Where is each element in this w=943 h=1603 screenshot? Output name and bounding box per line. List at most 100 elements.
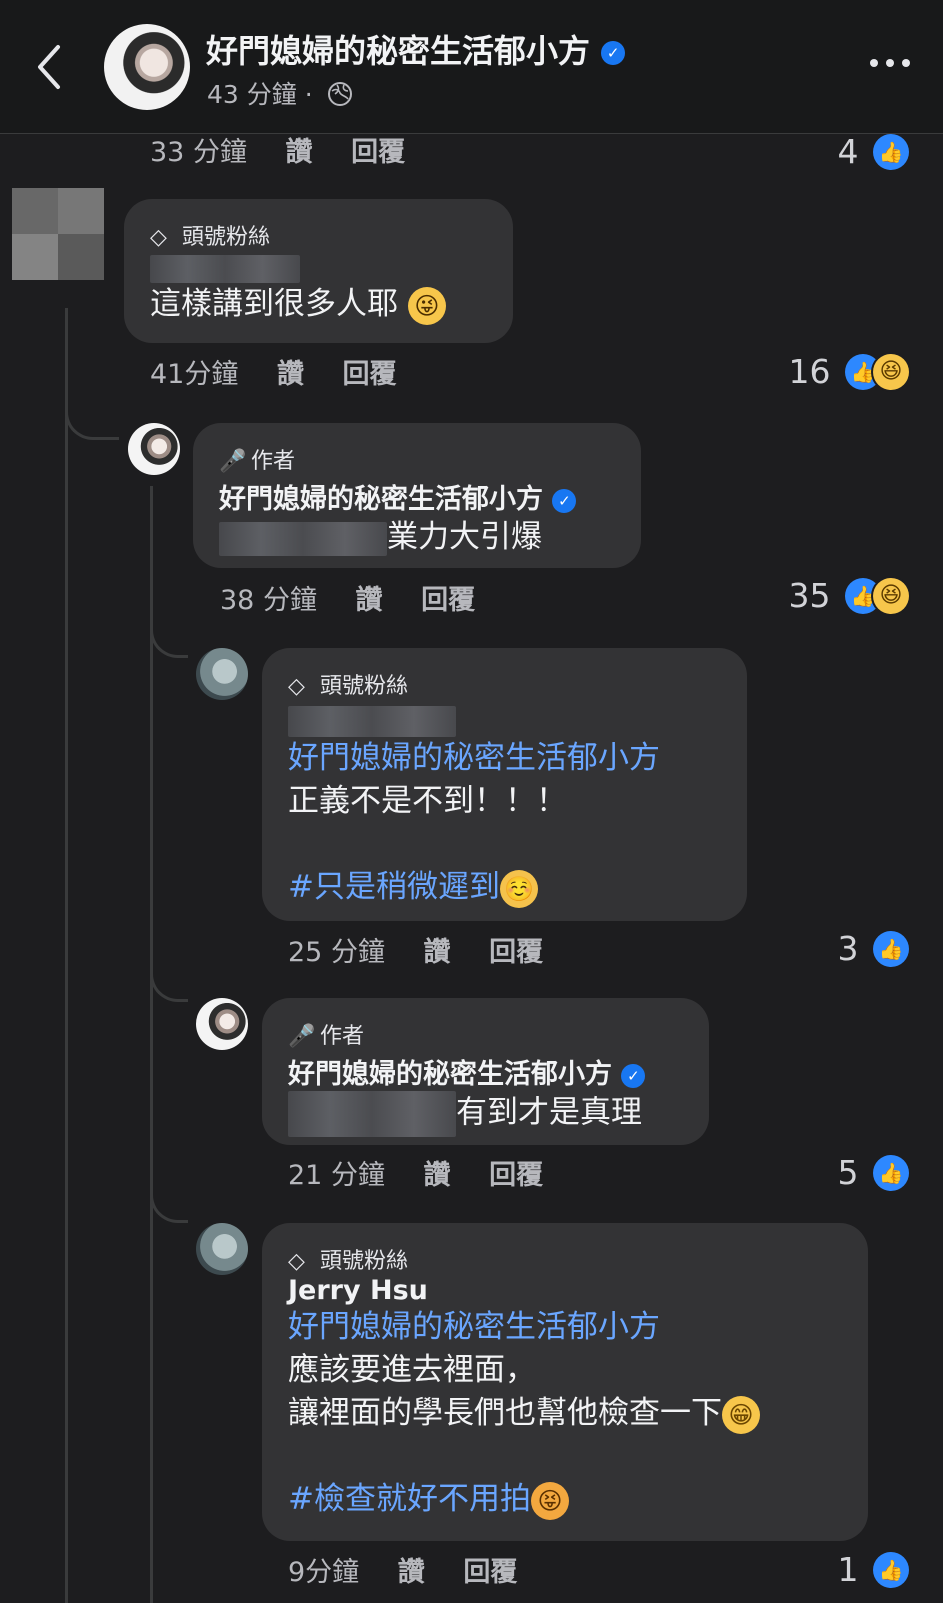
comment-text: 業力大引爆: [219, 516, 615, 559]
comment-text: 正義不是不到！！！: [288, 783, 567, 819]
commenter-name[interactable]: 好門媳婦的秘密生活郁小方 ✓: [219, 477, 615, 516]
hashtag-link[interactable]: #檢查就好不用拍 😝: [288, 1478, 842, 1521]
comment-text: 有到才是真理: [288, 1091, 683, 1137]
reaction-count: 1: [837, 1550, 859, 1589]
microphone-icon: 🎤: [288, 1024, 316, 1049]
verified-check-icon: ✓: [601, 41, 626, 65]
reaction-count: 4: [837, 132, 859, 171]
avatar[interactable]: [12, 188, 104, 280]
diamond-icon: ◇: [288, 674, 305, 699]
thread-line-reply: [150, 486, 153, 1603]
post-meta: 43 分鐘 ·: [207, 75, 353, 111]
reaction-summary[interactable]: 16 👍 😆: [788, 350, 909, 392]
reaction-count: 3: [837, 929, 859, 968]
comment-bubble: 🎤 作者 好門媳婦的秘密生活郁小方 ✓ 有到才是真理: [262, 998, 709, 1145]
reply-button[interactable]: 回覆: [421, 578, 475, 617]
post-header: 好門媳婦的秘密生活郁小方 ✓ 43 分鐘 ·: [0, 0, 943, 134]
winking-tongue-emoji-icon: 😜: [407, 286, 446, 325]
like-reaction-icon: 👍: [873, 1551, 909, 1588]
comment-time: 25 分鐘: [288, 937, 385, 968]
top-fan-badge: ◇ 頭號粉絲: [150, 225, 271, 250]
reply-button[interactable]: 回覆: [489, 930, 543, 969]
like-button[interactable]: 讚: [286, 130, 313, 169]
reaction-summary[interactable]: 35 👍 😆: [788, 574, 909, 616]
microphone-icon: 🎤: [219, 449, 247, 474]
globe-icon: [327, 82, 352, 106]
top-fan-badge: ◇ 頭號粉絲: [288, 1249, 409, 1274]
author-badge: 🎤 作者: [288, 1024, 365, 1049]
comment-meta: 25 分鐘 讚 回覆: [288, 930, 573, 970]
reaction-count: 5: [837, 1153, 859, 1192]
more-options-icon[interactable]: [868, 53, 912, 73]
reply-button[interactable]: 回覆: [343, 352, 397, 391]
verified-check-icon: ✓: [621, 1063, 646, 1088]
fan-avatar[interactable]: [196, 648, 248, 700]
grinning-emoji-icon: 😁: [722, 1395, 760, 1434]
comment-meta: 41分鐘 讚 回覆: [150, 352, 427, 392]
comment-meta: 21 分鐘 讚 回覆: [288, 1153, 573, 1193]
comment-time: 33 分鐘: [150, 137, 247, 168]
reaction-summary[interactable]: 3 👍: [837, 927, 909, 969]
comment-meta: 33 分鐘 讚 回覆: [150, 130, 435, 170]
comment-text-line: 應該要進去裡面，: [288, 1352, 536, 1388]
haha-reaction-icon: 😆: [873, 577, 909, 614]
top-fan-badge: ◇ 頭號粉絲: [288, 674, 409, 699]
page-avatar[interactable]: [104, 24, 190, 110]
reaction-summary[interactable]: 4 👍: [837, 130, 909, 172]
post-time: 43 分鐘: [207, 80, 297, 109]
page-title[interactable]: 好門媳婦的秘密生活郁小方 ✓: [206, 26, 626, 72]
comment-time: 9分鐘: [288, 1557, 360, 1588]
reply-button[interactable]: 回覆: [463, 1550, 517, 1589]
thread-line-main: [65, 308, 68, 1603]
like-button[interactable]: 讚: [424, 1153, 451, 1192]
back-arrow-icon[interactable]: [32, 42, 68, 92]
author-badge: 🎤 作者: [219, 449, 296, 474]
tongue-emoji-icon: 😝: [530, 1481, 569, 1520]
reply-button[interactable]: 回覆: [489, 1153, 543, 1192]
reply-button[interactable]: 回覆: [351, 130, 405, 169]
comment-bubble: 🎤 作者 好門媳婦的秘密生活郁小方 ✓ 業力大引爆: [193, 423, 641, 568]
comment-meta: 9分鐘 讚 回覆: [288, 1550, 547, 1590]
mention-link[interactable]: 好門媳婦的秘密生活郁小方: [288, 1306, 842, 1349]
comment-time: 21 分鐘: [288, 1160, 385, 1191]
diamond-icon: ◇: [288, 1249, 305, 1274]
reaction-summary[interactable]: 1 👍: [837, 1548, 909, 1590]
like-button[interactable]: 讚: [277, 352, 304, 391]
redacted-commenter-name: [288, 706, 721, 737]
comment-bubble: ◇ 頭號粉絲 Jerry Hsu 好門媳婦的秘密生活郁小方 應該要進去裡面， 讓裡…: [262, 1223, 868, 1541]
smiling-emoji-icon: ☺️: [499, 869, 538, 908]
author-avatar[interactable]: [196, 998, 248, 1050]
commenter-name[interactable]: Jerry Hsu: [288, 1275, 842, 1306]
comment-time: 38 分鐘: [220, 585, 317, 616]
page-name: 好門媳婦的秘密生活郁小方: [206, 32, 591, 70]
comment-text: 這樣講到很多人耶 😜: [150, 283, 487, 326]
redacted-commenter-name: [150, 255, 487, 283]
thread-curve: [150, 1183, 188, 1223]
haha-reaction-icon: 😆: [873, 353, 909, 390]
like-reaction-icon: 👍: [873, 133, 909, 170]
reaction-count: 35: [788, 576, 831, 615]
hashtag-link[interactable]: #只是稍微遲到 ☺️: [288, 866, 721, 909]
reaction-count: 16: [788, 352, 831, 391]
reaction-summary[interactable]: 5 👍: [837, 1151, 909, 1193]
comment-text-line: 讓裡面的學長們也幫他檢查一下 😁: [288, 1392, 842, 1435]
like-button[interactable]: 讚: [424, 930, 451, 969]
fan-avatar[interactable]: [196, 1223, 248, 1275]
diamond-icon: ◇: [150, 225, 167, 250]
verified-check-icon: ✓: [552, 488, 577, 513]
comment-bubble: ◇ 頭號粉絲 這樣講到很多人耶 😜: [124, 199, 513, 343]
like-button[interactable]: 讚: [356, 578, 383, 617]
author-avatar[interactable]: [128, 423, 180, 475]
like-button[interactable]: 讚: [398, 1550, 425, 1589]
mention-link[interactable]: 好門媳婦的秘密生活郁小方: [288, 737, 721, 780]
comment-time: 41分鐘: [150, 359, 239, 390]
commenter-name[interactable]: 好門媳婦的秘密生活郁小方 ✓: [288, 1052, 683, 1091]
like-reaction-icon: 👍: [873, 1154, 909, 1191]
thread-curve: [150, 618, 188, 658]
comment-bubble: ◇ 頭號粉絲 好門媳婦的秘密生活郁小方 正義不是不到！！！ #只是稍微遲到 ☺️: [262, 648, 747, 921]
meta-separator: ·: [304, 80, 313, 109]
comment-meta: 38 分鐘 讚 回覆: [220, 578, 505, 618]
thread-curve: [65, 400, 119, 440]
like-reaction-icon: 👍: [873, 930, 909, 967]
thread-curve: [150, 962, 188, 1002]
